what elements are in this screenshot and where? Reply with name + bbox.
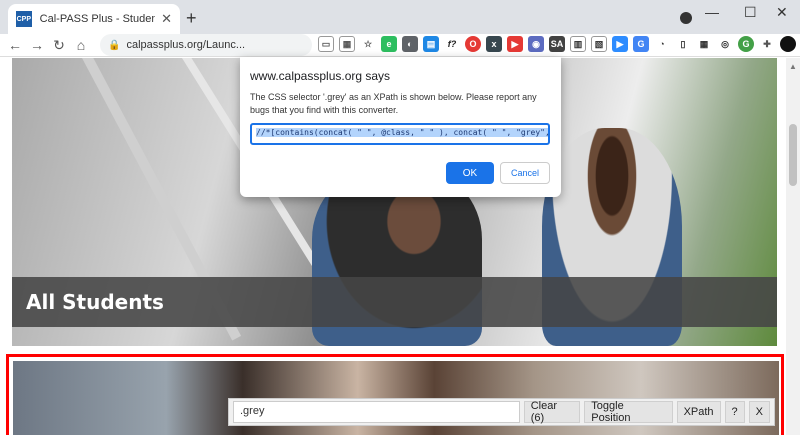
selector-input[interactable]: .grey [233, 401, 520, 423]
reload-icon[interactable]: ↻ [48, 37, 70, 54]
address-bar[interactable]: 🔒 calpassplus.org/Launc... [100, 34, 312, 56]
eye-icon[interactable]: ◎ [717, 36, 733, 52]
clear-button[interactable]: Clear (6) [523, 400, 581, 424]
extensions-row: ▭ ▦ ☆ e ◐ ▤ f? O x ▶ ◉ SA ▥ ▧ ▶ G ◔ ▯ ▦ … [318, 36, 800, 52]
profile-icon[interactable] [680, 12, 692, 24]
grammar-icon[interactable]: G [738, 36, 754, 52]
opera-icon[interactable]: O [465, 36, 481, 52]
ok-button[interactable]: OK [446, 162, 494, 184]
site-favicon-icon: CPP [16, 11, 32, 27]
account-avatar-icon[interactable] [780, 36, 796, 52]
cast-icon[interactable]: ▭ [318, 36, 334, 52]
chart-icon[interactable]: ◔ [654, 36, 670, 52]
browser-tab[interactable]: CPP Cal-PASS Plus - Student-Success ✕ [8, 4, 180, 34]
help-button[interactable]: ? [724, 401, 745, 423]
scrollbar-thumb[interactable] [789, 124, 797, 186]
close-converter-button[interactable]: X [748, 401, 770, 423]
camera-icon[interactable]: ◉ [528, 36, 544, 52]
tab-strip: CPP Cal-PASS Plus - Student-Success ✕ + … [0, 0, 800, 34]
browser-toolbar: ← → ↻ ⌂ 🔒 calpassplus.org/Launc... ▭ ▦ ☆… [0, 34, 800, 57]
toggle-position-button[interactable]: Toggle Position [584, 400, 673, 424]
url-text: calpassplus.org/Launc... [126, 39, 246, 51]
forward-icon[interactable]: → [26, 37, 48, 53]
xpath-button[interactable]: XPath [676, 401, 721, 423]
grid-icon[interactable]: ▧ [591, 36, 607, 52]
xpath-value: //*[contains(concat( " ", @class, " " ),… [256, 128, 548, 137]
close-window-button[interactable]: ✕ [776, 4, 788, 21]
evernote-icon[interactable]: e [381, 36, 397, 52]
recorder-icon[interactable]: ▶ [507, 36, 523, 52]
translate-icon[interactable]: G [633, 36, 649, 52]
alert-dialog: www.calpassplus.org says The CSS selecto… [240, 57, 561, 197]
puzzle-icon[interactable]: ✚ [759, 36, 775, 52]
zoom-icon[interactable]: ▶ [612, 36, 628, 52]
minimize-button[interactable]: — [705, 4, 719, 20]
lock-icon: 🔒 [108, 39, 121, 51]
document-icon[interactable]: ▥ [570, 36, 586, 52]
tab-title: Cal-PASS Plus - Student-Success [39, 13, 156, 25]
maximize-button[interactable]: ☐ [744, 4, 757, 21]
cancel-button[interactable]: Cancel [500, 162, 550, 184]
xpath-field[interactable]: //*[contains(concat( " ", @class, " " ),… [250, 123, 550, 145]
dialog-title: www.calpassplus.org says [250, 69, 391, 83]
hero-title-bar[interactable]: All Students [12, 277, 777, 327]
scrollbar[interactable] [786, 58, 800, 435]
back-icon[interactable]: ← [4, 37, 26, 53]
sa-extension-icon[interactable]: SA [549, 36, 565, 52]
window-extension-icon[interactable]: ▤ [423, 36, 439, 52]
bookmark-star-icon[interactable]: ☆ [360, 36, 376, 52]
new-tab-icon[interactable]: + [186, 8, 197, 29]
x-extension-icon[interactable]: x [486, 36, 502, 52]
converter-toolbar: .grey Clear (6) Toggle Position XPath ? … [228, 398, 775, 426]
hero-title: All Students [26, 290, 164, 314]
person-extension-icon[interactable]: ◐ [402, 36, 418, 52]
scroll-up-icon[interactable]: ▲ [789, 62, 797, 71]
home-icon[interactable]: ⌂ [70, 37, 92, 53]
reader-icon[interactable]: ▯ [675, 36, 691, 52]
whatfont-icon[interactable]: f? [444, 36, 460, 52]
close-tab-icon[interactable]: ✕ [161, 11, 172, 27]
dialog-message: The CSS selector '.grey' as an XPath is … [250, 92, 537, 115]
tiles-icon[interactable]: ▦ [696, 36, 712, 52]
qr-icon[interactable]: ▦ [339, 36, 355, 52]
